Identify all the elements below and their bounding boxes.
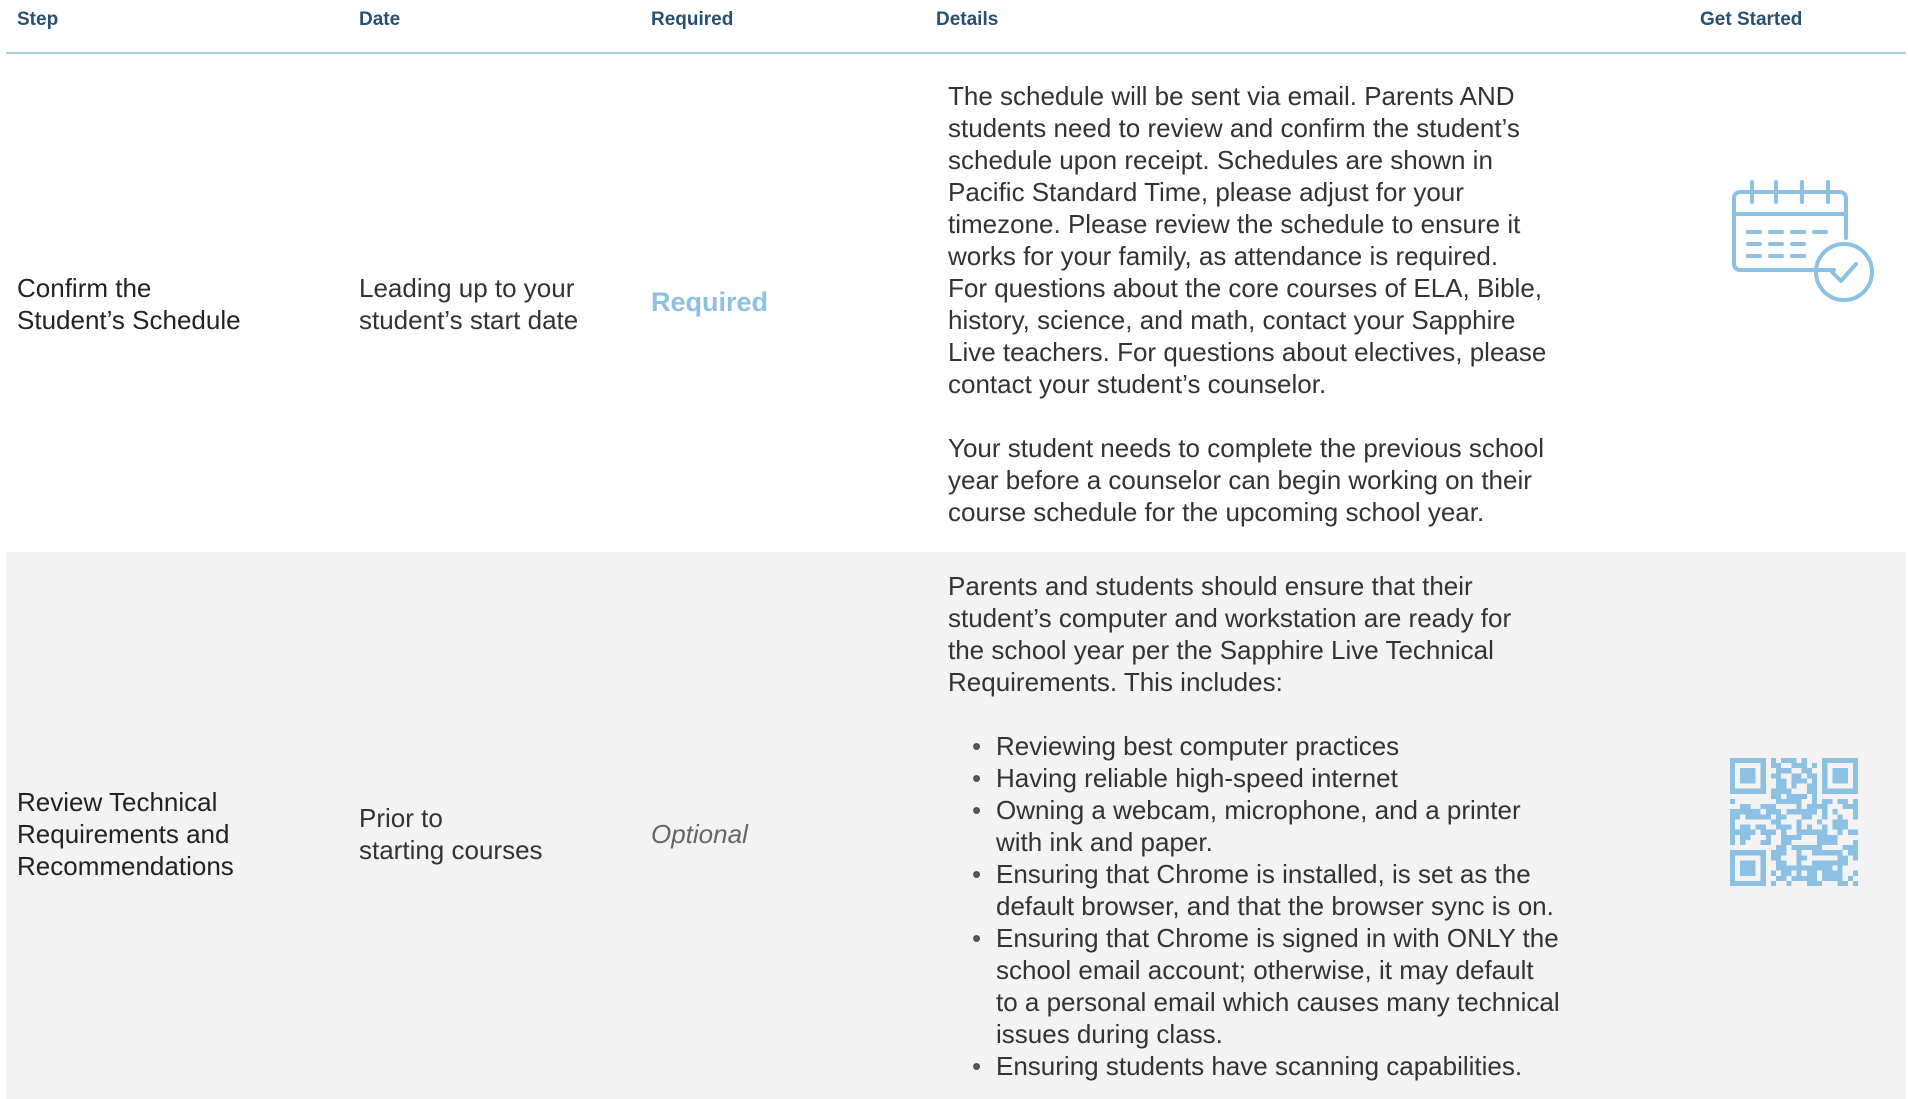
- step-line: Confirm the: [17, 273, 152, 303]
- date-line: Prior to: [359, 803, 443, 833]
- list-item-text: school email account; otherwise, it may …: [996, 955, 1534, 985]
- header-details: Details: [936, 9, 999, 30]
- step-line: Requirements and: [17, 819, 230, 849]
- list-item-text: default browser, and that the browser sy…: [996, 891, 1554, 921]
- details-line: year before a counselor can begin workin…: [948, 465, 1532, 495]
- details-line: Requirements. This includes:: [948, 667, 1283, 697]
- list-item: • Owning a webcam, microphone, and a pri…: [972, 794, 1618, 858]
- list-item-text: to a personal email which causes many te…: [996, 987, 1560, 1017]
- header-step: Step: [17, 9, 59, 30]
- date-line: Leading up to your: [359, 273, 575, 303]
- details-cell: The schedule will be sent via email. Par…: [948, 80, 1618, 528]
- optional-label: Optional: [651, 819, 748, 849]
- header-get-started: Get Started: [1700, 9, 1803, 30]
- list-item-text: Ensuring that Chrome is installed, is se…: [996, 859, 1531, 889]
- header-date: Date: [359, 9, 401, 30]
- details-line: Pacific Standard Time, please adjust for…: [948, 177, 1464, 207]
- list-item: • Ensuring that Chrome is signed in with…: [972, 922, 1618, 1050]
- details-line: contact your student’s counselor.: [948, 369, 1327, 399]
- list-item: • Reviewing best computer practices: [972, 730, 1618, 762]
- details-paragraph: Parents and students should ensure that …: [948, 570, 1618, 698]
- details-line: course schedule for the upcoming school …: [948, 497, 1485, 527]
- list-item: • Ensuring that Chrome is installed, is …: [972, 858, 1618, 922]
- list-item-text: Reviewing best computer practices: [996, 731, 1400, 761]
- list-item-text: Ensuring that Chrome is signed in with O…: [996, 923, 1559, 953]
- details-line: history, science, and math, contact your…: [948, 305, 1516, 335]
- details-paragraph: The schedule will be sent via email. Par…: [948, 80, 1618, 400]
- details-line: student’s computer and workstation are r…: [948, 603, 1512, 633]
- date-cell: Leading up to your student’s start date: [359, 272, 639, 336]
- table-header: Step Date Required Details Get Started: [6, 0, 1906, 54]
- details-line: works for your family, as attendance is …: [948, 241, 1499, 271]
- date-line: student’s start date: [359, 305, 579, 335]
- required-cell: Required: [651, 286, 901, 318]
- step-cell: Confirm the Student’s Schedule: [17, 272, 317, 336]
- date-line: starting courses: [359, 835, 543, 865]
- required-label: Required: [651, 287, 769, 317]
- required-cell: Optional: [651, 818, 901, 850]
- details-cell: Parents and students should ensure that …: [948, 570, 1618, 1082]
- details-line: Live teachers. For questions about elect…: [948, 337, 1547, 367]
- list-item-text: Ensuring students have scanning capabili…: [996, 1051, 1523, 1081]
- list-item: • Having reliable high-speed internet: [972, 762, 1618, 794]
- list-item: • Ensuring students have scanning capabi…: [972, 1050, 1618, 1082]
- list-item-text: with ink and paper.: [996, 827, 1213, 857]
- list-item-text: issues during class.: [996, 1019, 1223, 1049]
- step-line: Review Technical: [17, 787, 218, 817]
- step-line: Student’s Schedule: [17, 305, 241, 335]
- list-item-text: Owning a webcam, microphone, and a print…: [996, 795, 1521, 825]
- details-line: students need to review and confirm the …: [948, 113, 1520, 143]
- details-line: the school year per the Sapphire Live Te…: [948, 635, 1494, 665]
- requirements-list: • Reviewing best computer practices • Ha…: [948, 730, 1618, 1082]
- calendar-clock-icon[interactable]: [1730, 180, 1878, 304]
- list-item-text: Having reliable high-speed internet: [996, 763, 1398, 793]
- details-line: For questions about the core courses of …: [948, 273, 1543, 303]
- date-cell: Prior to starting courses: [359, 802, 639, 866]
- details-paragraph: Your student needs to complete the previ…: [948, 432, 1618, 528]
- details-line: schedule upon receipt. Schedules are sho…: [948, 145, 1493, 175]
- steps-table: Step Date Required Details Get Started C…: [6, 0, 1906, 1099]
- details-line: The schedule will be sent via email. Par…: [948, 81, 1515, 111]
- details-line: Parents and students should ensure that …: [948, 571, 1473, 601]
- qr-code-icon[interactable]: [1730, 758, 1858, 886]
- header-required: Required: [651, 9, 734, 30]
- table-row-confirm-schedule: Confirm the Student’s Schedule Leading u…: [6, 54, 1906, 552]
- step-cell: Review Technical Requirements and Recomm…: [17, 786, 317, 882]
- step-line: Recommendations: [17, 851, 234, 881]
- details-line: Your student needs to complete the previ…: [948, 433, 1544, 463]
- table-row-technical-requirements: Review Technical Requirements and Recomm…: [6, 552, 1906, 1099]
- details-line: timezone. Please review the schedule to …: [948, 209, 1521, 239]
